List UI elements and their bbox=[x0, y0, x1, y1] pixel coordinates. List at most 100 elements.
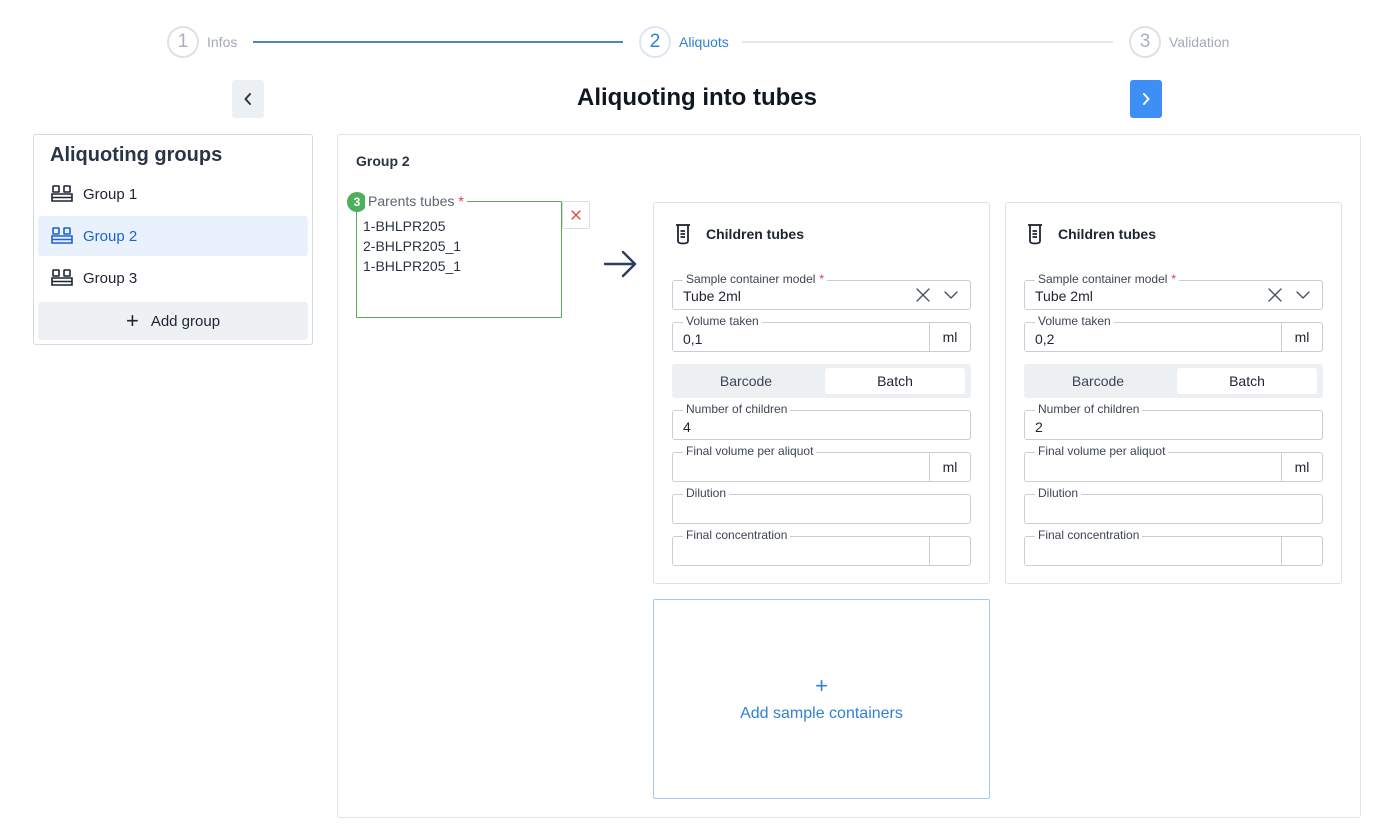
parents-label-text: Parents tubes bbox=[368, 193, 455, 209]
tube-rack-icon bbox=[51, 269, 73, 287]
field-value: 2 bbox=[1035, 419, 1043, 435]
clear-icon[interactable] bbox=[1268, 288, 1282, 302]
number-of-children-field[interactable]: Number of children 2 bbox=[1024, 402, 1323, 440]
page-title: Aliquoting into tubes bbox=[577, 84, 817, 111]
sample-container-model-select[interactable]: Sample container model * Tube 2ml bbox=[672, 272, 971, 310]
stepper-line-1 bbox=[253, 41, 623, 43]
step-number: 3 bbox=[1129, 26, 1161, 58]
barcode-option[interactable]: Barcode bbox=[1028, 368, 1168, 394]
tube-icon bbox=[1026, 223, 1044, 245]
mode-toggle: Barcode Batch bbox=[672, 364, 971, 398]
parents-tubes-field[interactable]: 3 Parents tubes * 1-BHLPR205 2-BHLPR205_… bbox=[347, 192, 562, 318]
plus-icon: + bbox=[125, 308, 139, 333]
groups-title: Aliquoting groups bbox=[50, 144, 223, 166]
field-value: 4 bbox=[683, 419, 691, 435]
batch-option[interactable]: Batch bbox=[825, 368, 965, 394]
required-mark: * bbox=[1171, 272, 1177, 286]
sample-container-model-select[interactable]: Sample container model * Tube 2ml bbox=[1024, 272, 1323, 310]
select-icons bbox=[1268, 288, 1310, 302]
step-validation[interactable]: 3 Validation bbox=[1129, 26, 1229, 58]
unit-select[interactable] bbox=[929, 537, 970, 565]
field-label-text: Sample container model bbox=[1038, 272, 1168, 286]
arrow-right-icon bbox=[603, 250, 637, 278]
step-label: Aliquots bbox=[679, 34, 729, 50]
field-value: 0,2 bbox=[1035, 331, 1055, 347]
field-label: Volume taken bbox=[683, 314, 762, 328]
chevron-down-icon[interactable] bbox=[944, 291, 958, 299]
field-value: Tube 2ml bbox=[683, 288, 741, 304]
field-label: Dilution bbox=[1035, 486, 1082, 500]
unit-label: ml bbox=[1281, 323, 1322, 351]
field-value: Tube 2ml bbox=[1035, 288, 1093, 304]
step-infos[interactable]: 1 Infos bbox=[167, 26, 237, 58]
unit-label: ml bbox=[929, 323, 970, 351]
clear-parents-button[interactable] bbox=[562, 201, 590, 229]
volume-taken-field[interactable]: Volume taken 0,2 ml bbox=[1024, 314, 1323, 352]
group-item-3[interactable]: Group 3 bbox=[38, 258, 308, 298]
stepper: 1 Infos 2 Aliquots 3 Validation bbox=[0, 26, 1398, 58]
group-item-label: Group 2 bbox=[83, 227, 138, 245]
card-title: Children tubes bbox=[1058, 226, 1157, 242]
field-value: 0,1 bbox=[683, 331, 703, 347]
group-name: Group 2 bbox=[356, 153, 410, 169]
barcode-option[interactable]: Barcode bbox=[676, 368, 816, 394]
stepper-line-2 bbox=[742, 41, 1113, 43]
add-sample-containers-label: Add sample containers bbox=[740, 705, 903, 722]
field-label: Sample container model * bbox=[683, 272, 828, 286]
tube-rack-icon bbox=[51, 227, 73, 245]
add-group-button[interactable]: + Add group bbox=[38, 302, 308, 340]
children-tubes-card-2: Children tubes Sample container model * T… bbox=[1005, 202, 1342, 584]
next-step-button[interactable] bbox=[1130, 80, 1162, 118]
unit-label: ml bbox=[1281, 453, 1322, 481]
parents-tubes-label: Parents tubes * bbox=[365, 193, 467, 209]
final-volume-field[interactable]: Final volume per aliquot ml bbox=[1024, 444, 1323, 482]
field-label: Number of children bbox=[683, 402, 791, 416]
group-item-label: Group 1 bbox=[83, 185, 138, 203]
group-item-2[interactable]: Group 2 bbox=[38, 216, 308, 256]
group-detail-panel: Group 2 3 Parents tubes * 1-BHLPR205 2-B… bbox=[337, 134, 1361, 818]
parents-count-badge: 3 bbox=[347, 192, 367, 212]
close-icon bbox=[571, 210, 581, 220]
card-title: Children tubes bbox=[706, 226, 805, 242]
group-item-label: Group 3 bbox=[83, 269, 138, 287]
required-mark: * bbox=[458, 193, 464, 209]
field-label-text: Sample container model bbox=[686, 272, 816, 286]
parent-tube-item: 2-BHLPR205_1 bbox=[363, 238, 462, 254]
batch-option[interactable]: Batch bbox=[1177, 368, 1317, 394]
field-label: Final concentration bbox=[1035, 528, 1143, 542]
card-header: Children tubes bbox=[674, 223, 804, 245]
clear-icon[interactable] bbox=[916, 288, 930, 302]
final-concentration-field[interactable]: Final concentration bbox=[1024, 528, 1323, 566]
select-icons bbox=[916, 288, 958, 302]
parent-tube-item: 1-BHLPR205 bbox=[363, 218, 446, 234]
chevron-right-icon bbox=[1143, 93, 1150, 105]
chevron-down-icon[interactable] bbox=[1296, 291, 1310, 299]
unit-label: ml bbox=[929, 453, 970, 481]
dilution-field[interactable]: Dilution bbox=[672, 486, 971, 524]
step-number: 2 bbox=[639, 26, 671, 58]
volume-taken-field[interactable]: Volume taken 0,1 ml bbox=[672, 314, 971, 352]
step-label: Validation bbox=[1169, 34, 1230, 50]
field-label: Final volume per aliquot bbox=[1035, 444, 1169, 458]
parent-tubes-list: 1-BHLPR205 2-BHLPR205_1 1-BHLPR205_1 bbox=[363, 216, 461, 276]
field-label: Sample container model * bbox=[1035, 272, 1180, 286]
plus-icon: + bbox=[815, 673, 828, 698]
dilution-field[interactable]: Dilution bbox=[1024, 486, 1323, 524]
children-tubes-card-1: Children tubes Sample container model * T… bbox=[653, 202, 990, 584]
step-number: 1 bbox=[167, 26, 199, 58]
add-sample-containers-button[interactable]: + Add sample containers bbox=[653, 599, 990, 799]
final-volume-field[interactable]: Final volume per aliquot ml bbox=[672, 444, 971, 482]
parent-tube-item: 1-BHLPR205_1 bbox=[363, 258, 462, 274]
step-aliquots[interactable]: 2 Aliquots bbox=[639, 26, 729, 58]
unit-select[interactable] bbox=[1281, 537, 1322, 565]
card-header: Children tubes bbox=[1026, 223, 1156, 245]
mode-toggle: Barcode Batch bbox=[1024, 364, 1323, 398]
field-label: Number of children bbox=[1035, 402, 1143, 416]
number-of-children-field[interactable]: Number of children 4 bbox=[672, 402, 971, 440]
group-item-1[interactable]: Group 1 bbox=[38, 174, 308, 214]
field-label: Final concentration bbox=[683, 528, 791, 542]
add-group-label: Add group bbox=[150, 312, 221, 330]
tube-rack-icon bbox=[51, 185, 73, 203]
tube-icon bbox=[674, 223, 692, 245]
final-concentration-field[interactable]: Final concentration bbox=[672, 528, 971, 566]
